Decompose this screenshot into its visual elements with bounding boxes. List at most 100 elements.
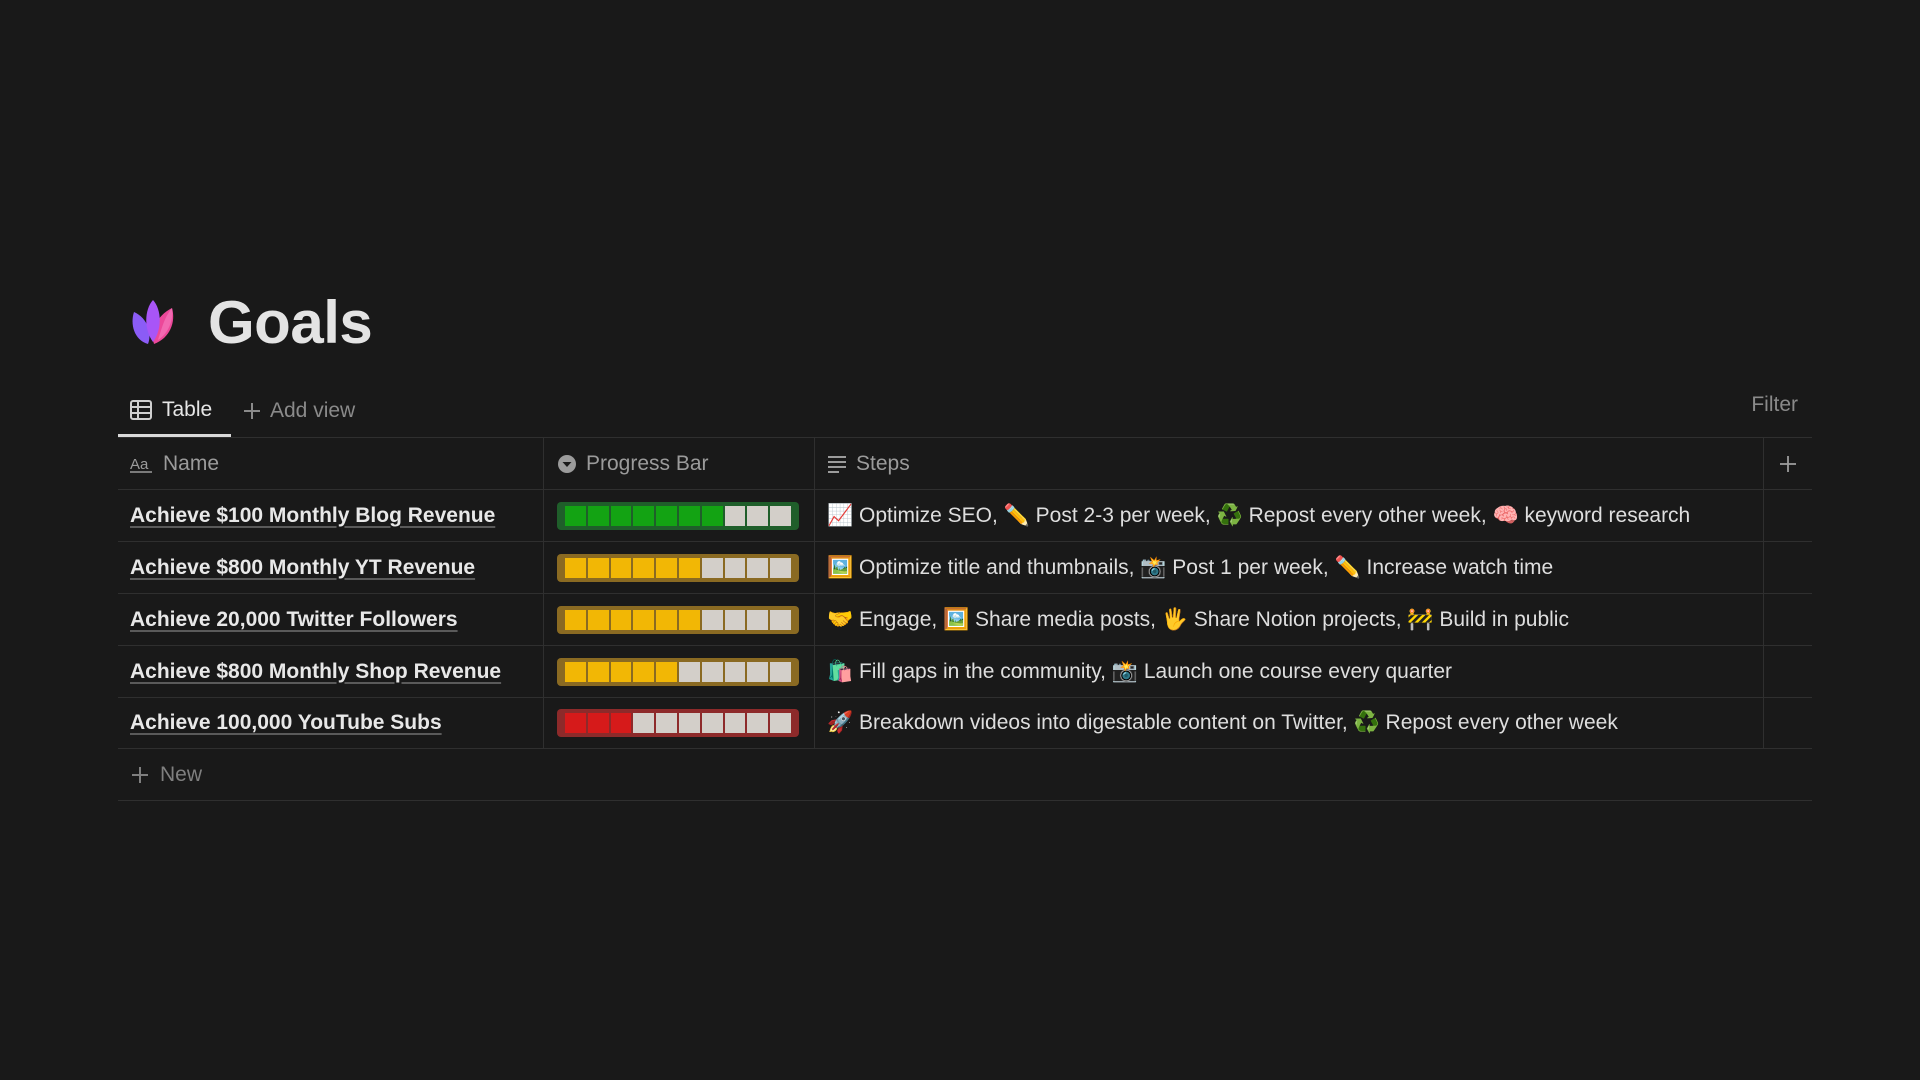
- steps-cell[interactable]: 🛍️ Fill gaps in the community, 📸 Launch …: [815, 646, 1764, 697]
- progress-cell[interactable]: [544, 542, 815, 593]
- steps-cell[interactable]: 📈 Optimize SEO, ✏️ Post 2-3 per week, ♻️…: [815, 490, 1764, 541]
- steps-cell[interactable]: 🖼️ Optimize title and thumbnails, 📸 Post…: [815, 542, 1764, 593]
- progress-cell[interactable]: [544, 594, 815, 645]
- progress-cell[interactable]: [544, 490, 815, 541]
- progress-segment-empty: [747, 661, 769, 682]
- progress-segment-empty: [770, 713, 791, 733]
- progress-segment-filled: [610, 713, 632, 733]
- progress-segment-filled: [565, 505, 586, 526]
- progress-segment-filled: [610, 609, 632, 630]
- progress-segment-filled: [633, 505, 655, 526]
- progress-segment-empty: [770, 661, 791, 682]
- column-header-steps[interactable]: Steps: [815, 438, 1764, 489]
- progress-segment-filled: [656, 609, 677, 630]
- progress-bar: [557, 553, 799, 582]
- column-header-name[interactable]: Aa Name: [118, 438, 544, 489]
- progress-segment-filled: [610, 505, 632, 526]
- progress-segment-empty: [724, 661, 746, 682]
- progress-segment-empty: [724, 713, 746, 733]
- progress-segment-filled: [633, 661, 655, 682]
- steps-text: 🚀 Breakdown videos into digestable conte…: [827, 711, 1618, 734]
- name-cell[interactable]: Achieve $800 Monthly YT Revenue: [118, 542, 544, 593]
- empty-cell: [1764, 698, 1812, 748]
- progress-segment-empty: [770, 505, 791, 526]
- table-row[interactable]: Achieve $800 Monthly Shop Revenue 🛍️ Fil…: [118, 645, 1812, 697]
- empty-cell: [1764, 490, 1812, 541]
- progress-segment-empty: [701, 713, 723, 733]
- goal-name[interactable]: Achieve 20,000 Twitter Followers: [130, 608, 458, 632]
- progress-segment-empty: [678, 661, 700, 682]
- progress-segment-filled: [701, 505, 723, 526]
- goal-name[interactable]: Achieve $800 Monthly Shop Revenue: [130, 660, 501, 684]
- table-row[interactable]: Achieve 100,000 YouTube Subs 🚀 Breakdown…: [118, 697, 1812, 749]
- formula-property-icon: [557, 454, 577, 474]
- progress-segment-filled: [633, 609, 655, 630]
- goal-name[interactable]: Achieve $800 Monthly YT Revenue: [130, 556, 475, 580]
- progress-segment-filled: [656, 505, 677, 526]
- plus-icon: [244, 403, 260, 419]
- progress-segment-filled: [656, 661, 677, 682]
- new-row-button[interactable]: New: [118, 749, 1812, 801]
- empty-cell: [1764, 646, 1812, 697]
- steps-cell[interactable]: 🚀 Breakdown videos into digestable conte…: [815, 698, 1764, 748]
- progress-cell[interactable]: [544, 698, 815, 748]
- add-property-button[interactable]: [1764, 438, 1812, 489]
- tab-table[interactable]: Table: [118, 385, 231, 437]
- progress-segment-filled: [610, 557, 632, 578]
- table-row[interactable]: Achieve 20,000 Twitter Followers 🤝 Engag…: [118, 593, 1812, 645]
- progress-cell[interactable]: [544, 646, 815, 697]
- table-icon: [130, 399, 152, 420]
- goals-table: Aa Name Progress Bar Steps Achieve $100 …: [118, 437, 1812, 801]
- text-property-icon: Aa: [130, 455, 154, 473]
- progress-segment-filled: [565, 713, 586, 733]
- steps-text: 📈 Optimize SEO, ✏️ Post 2-3 per week, ♻️…: [827, 503, 1691, 527]
- progress-bar: [557, 501, 799, 530]
- progress-segment-empty: [724, 505, 746, 526]
- table-row[interactable]: Achieve $800 Monthly YT Revenue 🖼️ Optim…: [118, 541, 1812, 593]
- new-row-label: New: [160, 762, 203, 786]
- progress-segment-empty: [770, 609, 791, 630]
- goal-name[interactable]: Achieve $100 Monthly Blog Revenue: [130, 504, 495, 528]
- view-tabbar: Table Add view Filter: [118, 385, 1812, 438]
- tab-table-label: Table: [162, 397, 213, 421]
- goal-name[interactable]: Achieve 100,000 YouTube Subs: [130, 711, 442, 735]
- title-row: Goals: [118, 284, 373, 360]
- progress-segment-filled: [587, 505, 609, 526]
- steps-cell[interactable]: 🤝 Engage, 🖼️ Share media posts, 🖐️ Share…: [815, 594, 1764, 645]
- progress-segment-empty: [724, 609, 746, 630]
- progress-bar: [557, 657, 799, 686]
- svg-text:Aa: Aa: [130, 456, 149, 473]
- text-lines-icon: [827, 455, 847, 473]
- name-cell[interactable]: Achieve $100 Monthly Blog Revenue: [118, 490, 544, 541]
- progress-segment-empty: [747, 505, 769, 526]
- name-cell[interactable]: Achieve 20,000 Twitter Followers: [118, 594, 544, 645]
- progress-segment-filled: [678, 557, 700, 578]
- progress-segment-filled: [587, 557, 609, 578]
- progress-segment-filled: [678, 505, 700, 526]
- column-header-progress[interactable]: Progress Bar: [544, 438, 815, 489]
- progress-bar: [557, 709, 799, 737]
- steps-text: 🤝 Engage, 🖼️ Share media posts, 🖐️ Share…: [827, 607, 1569, 631]
- progress-bar: [557, 605, 799, 634]
- progress-segment-empty: [701, 609, 723, 630]
- name-cell[interactable]: Achieve 100,000 YouTube Subs: [118, 698, 544, 748]
- steps-text: 🛍️ Fill gaps in the community, 📸 Launch …: [827, 659, 1453, 683]
- progress-segment-filled: [565, 609, 586, 630]
- progress-segment-filled: [587, 713, 609, 733]
- progress-segment-empty: [656, 713, 677, 733]
- progress-segment-empty: [770, 557, 791, 578]
- name-cell[interactable]: Achieve $800 Monthly Shop Revenue: [118, 646, 544, 697]
- lotus-logo-icon: [132, 300, 174, 344]
- table-row[interactable]: Achieve $100 Monthly Blog Revenue 📈 Opti…: [118, 489, 1812, 541]
- progress-segment-empty: [701, 661, 723, 682]
- filter-button[interactable]: Filter: [1751, 385, 1798, 425]
- empty-cell: [1764, 594, 1812, 645]
- progress-segment-empty: [724, 557, 746, 578]
- progress-segment-empty: [747, 557, 769, 578]
- add-view-button[interactable]: Add view: [242, 385, 355, 437]
- progress-segment-empty: [747, 609, 769, 630]
- page-title: Goals: [208, 288, 373, 356]
- column-header-name-label: Name: [163, 451, 220, 475]
- progress-segment-empty: [747, 713, 769, 733]
- progress-segment-filled: [565, 661, 586, 682]
